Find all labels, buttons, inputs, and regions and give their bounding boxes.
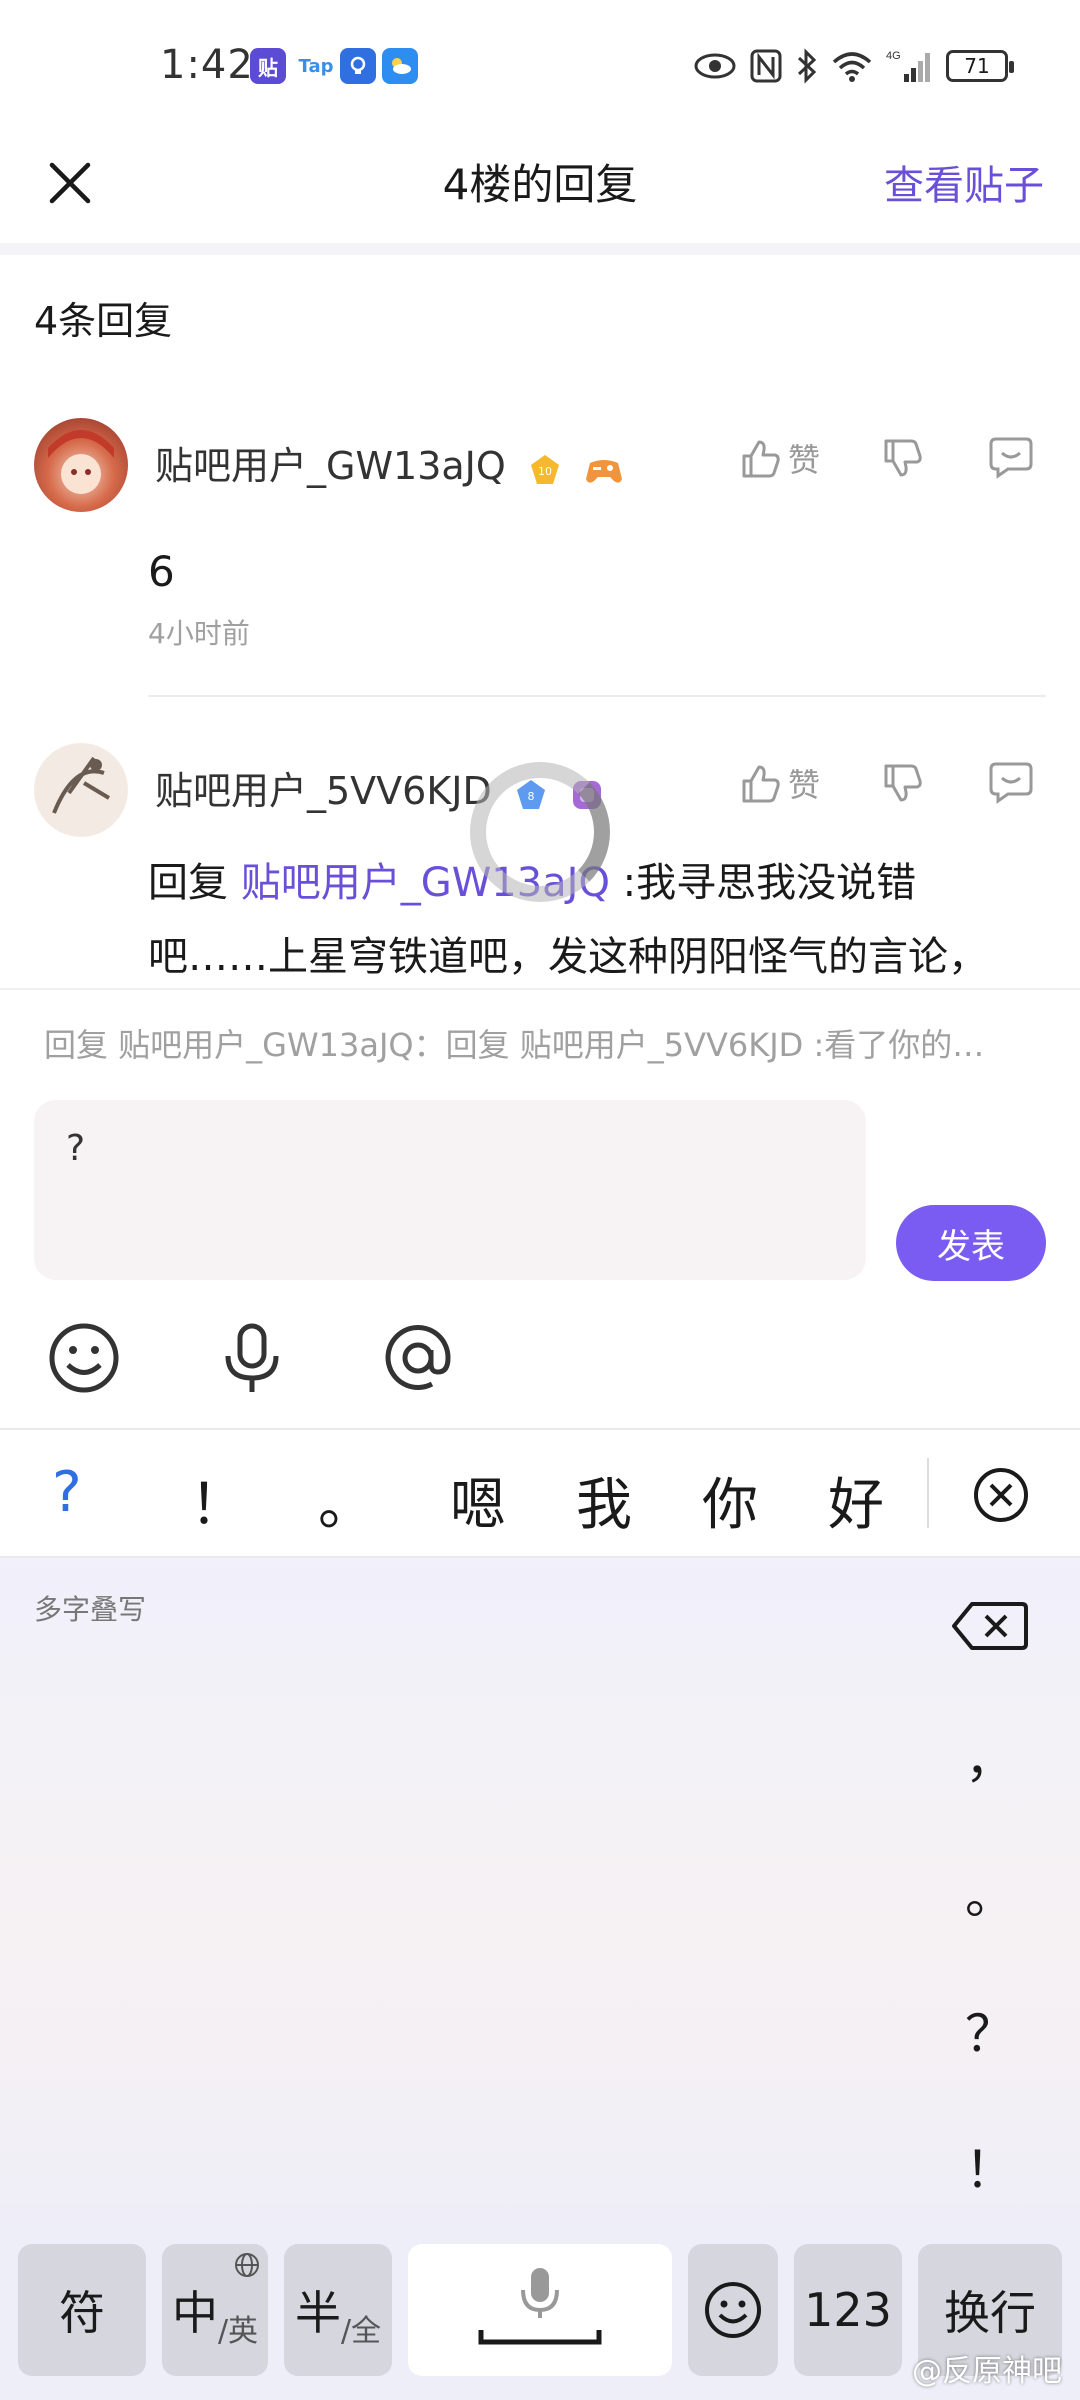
bluetooth-icon bbox=[797, 48, 817, 84]
candidate-item[interactable]: 我 bbox=[576, 1460, 632, 1541]
thumbs-down-icon bbox=[884, 439, 922, 477]
emoji-icon bbox=[705, 2282, 761, 2338]
username-text[interactable]: 贴吧用户_GW13aJQ bbox=[155, 444, 506, 488]
keyboard-bottom-row: 符 中/英 半/全 123 换行 @反原神吧 bbox=[0, 2240, 1080, 2400]
close-candidates-icon[interactable] bbox=[972, 1466, 1030, 1524]
reply-composer: 回复 贴吧用户_GW13aJQ：回复 贴吧用户_5VV6KJD :看了你的… ?… bbox=[0, 988, 1080, 1428]
reply-text-line2: 吧……上星穹铁道吧，发这种阴阳怪气的言论， bbox=[148, 934, 988, 980]
like-button[interactable]: 赞 bbox=[738, 760, 820, 806]
thumbs-up-icon bbox=[742, 765, 780, 803]
candidate-bar: ? ！ 。 嗯 我 你 好 bbox=[0, 1428, 1080, 1558]
candidate-item[interactable]: 。 bbox=[318, 1460, 374, 1541]
thumbs-down-icon bbox=[884, 764, 922, 802]
battery-indicator: 71 bbox=[946, 50, 1014, 82]
reply-bubble-icon bbox=[989, 437, 1033, 479]
reply-bubble-icon bbox=[989, 762, 1033, 804]
level-badge-icon: 10 bbox=[528, 452, 562, 486]
like-label: 赞 bbox=[788, 766, 821, 804]
header-divider bbox=[0, 243, 1080, 255]
signal-icon: 4G bbox=[886, 50, 930, 82]
like-label: 赞 bbox=[788, 441, 821, 479]
gamepad-icon bbox=[584, 452, 622, 486]
lang-switch-key[interactable]: 中/英 bbox=[162, 2244, 268, 2376]
title-bar: 4楼的回复 查看贴子 bbox=[0, 135, 1080, 245]
status-bar: 1:42 贴 Tap 4G 71 bbox=[0, 0, 1080, 135]
full-label: /全 bbox=[340, 2314, 382, 2349]
candidate-item[interactable]: 好 bbox=[828, 1460, 884, 1541]
numbers-key[interactable]: 123 bbox=[794, 2244, 902, 2376]
reply-count: 4条回复 bbox=[34, 299, 173, 343]
nfc-icon bbox=[750, 49, 782, 83]
globe-icon bbox=[235, 2253, 259, 2277]
lang-sub-label: /英 bbox=[217, 2314, 259, 2349]
reply-prefix: 回复 bbox=[148, 860, 241, 906]
backspace-icon[interactable] bbox=[950, 1598, 1030, 1654]
punct-key[interactable]: ， bbox=[960, 1720, 1020, 1792]
half-full-key[interactable]: 半/全 bbox=[284, 2244, 392, 2376]
comment-divider bbox=[148, 695, 1046, 697]
thumbs-up-icon bbox=[742, 440, 780, 478]
svg-text:4G: 4G bbox=[886, 50, 901, 62]
lang-zh-label: 中 bbox=[171, 2286, 218, 2340]
level-number: 10 bbox=[538, 465, 552, 478]
candidate-item[interactable]: 你 bbox=[702, 1460, 758, 1541]
status-time: 1:42 bbox=[160, 42, 254, 88]
candidate-item[interactable]: 嗯 bbox=[450, 1460, 506, 1541]
mention-at-icon[interactable] bbox=[380, 1320, 456, 1396]
space-mic-icon bbox=[478, 2268, 602, 2345]
tieba-icon: 贴 bbox=[250, 48, 286, 84]
tap-icon: Tap bbox=[294, 48, 338, 84]
reply-button[interactable] bbox=[988, 760, 1034, 804]
view-post-link[interactable]: 查看贴子 bbox=[884, 153, 1044, 211]
username-text[interactable]: 贴吧用户_5VV6KJD bbox=[155, 769, 492, 813]
emoji-key[interactable] bbox=[688, 2244, 778, 2376]
watermark: @反原神吧 bbox=[912, 2354, 1062, 2389]
username[interactable]: 贴吧用户_GW13aJQ 10 bbox=[155, 435, 622, 490]
emoji-icon[interactable] bbox=[46, 1320, 122, 1396]
candidate-item[interactable]: ? bbox=[52, 1460, 82, 1525]
reply-button[interactable] bbox=[988, 435, 1034, 479]
symbols-key[interactable]: 符 bbox=[18, 2244, 146, 2376]
comment-time: 4小时前 bbox=[148, 617, 250, 650]
dislike-button[interactable] bbox=[880, 437, 924, 481]
comment-body: 6 bbox=[148, 547, 175, 596]
punct-key[interactable]: 。 bbox=[960, 1856, 1020, 1928]
handwriting-mode-label: 多字叠写 bbox=[34, 1593, 147, 1626]
handwriting-pad[interactable]: 多字叠写 ， 。 ？ ！ bbox=[0, 1558, 1080, 2240]
dislike-button[interactable] bbox=[880, 762, 924, 806]
loading-spinner bbox=[470, 762, 610, 902]
avatar[interactable] bbox=[34, 743, 128, 837]
send-button[interactable]: 发表 bbox=[896, 1205, 1046, 1281]
like-button[interactable]: 赞 bbox=[738, 435, 820, 481]
microphone-icon[interactable] bbox=[214, 1320, 290, 1396]
eye-icon bbox=[694, 53, 736, 79]
space-key[interactable] bbox=[408, 2244, 672, 2376]
half-label: 半 bbox=[294, 2286, 341, 2340]
bulb-icon bbox=[340, 48, 376, 84]
reply-input[interactable]: ? bbox=[34, 1100, 866, 1280]
reply-text: :我寻思我没说错 bbox=[609, 860, 917, 906]
avatar[interactable] bbox=[34, 418, 128, 512]
candidate-item[interactable]: ！ bbox=[190, 1460, 246, 1541]
candidate-separator bbox=[927, 1458, 929, 1528]
weather-icon bbox=[382, 48, 418, 84]
wifi-icon bbox=[832, 52, 872, 82]
punct-key[interactable]: ！ bbox=[960, 2130, 1020, 2202]
reply-target-hint: 回复 贴吧用户_GW13aJQ：回复 贴吧用户_5VV6KJD :看了你的… bbox=[44, 1026, 985, 1064]
punct-key[interactable]: ？ bbox=[960, 1994, 1020, 2066]
